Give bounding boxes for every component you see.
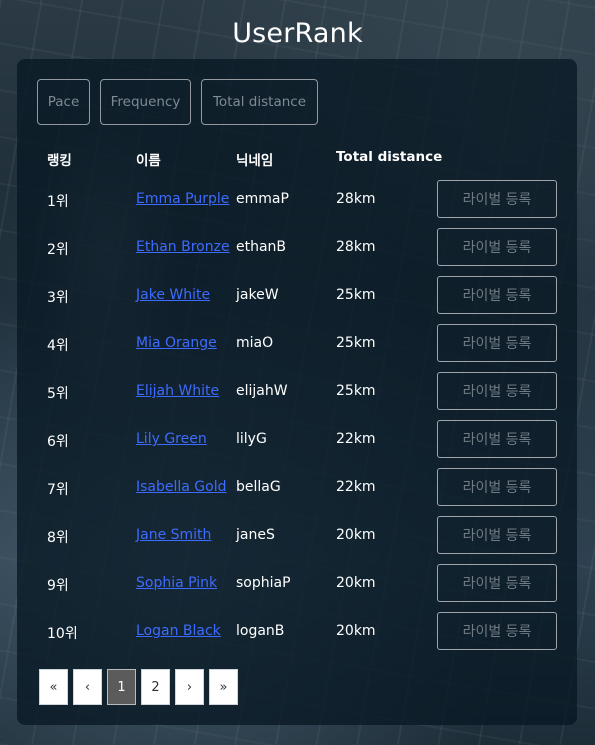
table-row: 6위 Lily Green lilyG 22km 라이벌 등록	[17, 420, 577, 458]
pagination: « ‹ 1 2 › »	[39, 669, 238, 705]
page-1-button[interactable]: 1	[107, 669, 136, 705]
register-rival-button[interactable]: 라이벌 등록	[437, 372, 557, 410]
rank-cell: 10위	[47, 626, 78, 642]
register-rival-button[interactable]: 라이벌 등록	[437, 564, 557, 602]
filter-total-distance-button[interactable]: Total distance	[201, 79, 318, 125]
header-distance: Total distance	[336, 149, 443, 165]
distance-cell: 22km	[336, 479, 376, 495]
header-rank: 랭킹	[47, 153, 72, 169]
nickname-cell: bellaG	[236, 479, 281, 495]
rank-cell: 3위	[47, 290, 69, 306]
page-title: UserRank	[232, 18, 363, 49]
register-rival-button[interactable]: 라이벌 등록	[437, 612, 557, 650]
name-link[interactable]: Isabella Gold	[136, 479, 227, 495]
ranking-panel: Pace Frequency Total distance 랭킹 이름 닉네임 …	[17, 59, 577, 725]
nickname-cell: miaO	[236, 335, 274, 351]
register-rival-button[interactable]: 라이벌 등록	[437, 324, 557, 362]
rank-cell: 5위	[47, 386, 69, 402]
distance-cell: 20km	[336, 575, 376, 591]
register-rival-button[interactable]: 라이벌 등록	[437, 516, 557, 554]
distance-cell: 25km	[336, 287, 376, 303]
distance-cell: 28km	[336, 191, 376, 207]
nickname-cell: emmaP	[236, 191, 289, 207]
nickname-cell: janeS	[236, 527, 275, 543]
filter-bar: Pace Frequency Total distance	[37, 79, 318, 125]
register-rival-button[interactable]: 라이벌 등록	[437, 276, 557, 314]
page-2-button[interactable]: 2	[141, 669, 170, 705]
prev-page-button[interactable]: ‹	[73, 669, 102, 705]
rank-cell: 8위	[47, 530, 69, 546]
rank-cell: 1위	[47, 194, 69, 210]
name-link[interactable]: Emma Purple	[136, 191, 229, 207]
table-row: 5위 Elijah White elijahW 25km 라이벌 등록	[17, 372, 577, 410]
first-page-button[interactable]: «	[39, 669, 68, 705]
register-rival-button[interactable]: 라이벌 등록	[437, 420, 557, 458]
table-row: 8위 Jane Smith janeS 20km 라이벌 등록	[17, 516, 577, 554]
distance-cell: 20km	[336, 527, 376, 543]
rank-cell: 9위	[47, 578, 69, 594]
register-rival-button[interactable]: 라이벌 등록	[437, 228, 557, 266]
table-row: 1위 Emma Purple emmaP 28km 라이벌 등록	[17, 180, 577, 218]
filter-frequency-button[interactable]: Frequency	[100, 79, 191, 125]
distance-cell: 25km	[336, 335, 376, 351]
nickname-cell: jakeW	[236, 287, 279, 303]
table-row: 10위 Logan Black loganB 20km 라이벌 등록	[17, 612, 577, 650]
name-link[interactable]: Lily Green	[136, 431, 207, 447]
rank-cell: 2위	[47, 242, 69, 258]
table-row: 4위 Mia Orange miaO 25km 라이벌 등록	[17, 324, 577, 362]
name-link[interactable]: Logan Black	[136, 623, 221, 639]
name-link[interactable]: Sophia Pink	[136, 575, 217, 591]
nickname-cell: ethanB	[236, 239, 287, 255]
distance-cell: 25km	[336, 383, 376, 399]
last-page-button[interactable]: »	[209, 669, 238, 705]
name-link[interactable]: Ethan Bronze	[136, 239, 230, 255]
name-link[interactable]: Jake White	[136, 287, 210, 303]
rank-cell: 7위	[47, 482, 69, 498]
nickname-cell: loganB	[236, 623, 285, 639]
table-row: 7위 Isabella Gold bellaG 22km 라이벌 등록	[17, 468, 577, 506]
register-rival-button[interactable]: 라이벌 등록	[437, 180, 557, 218]
name-link[interactable]: Jane Smith	[136, 527, 211, 543]
nickname-cell: elijahW	[236, 383, 288, 399]
table-row: 2위 Ethan Bronze ethanB 28km 라이벌 등록	[17, 228, 577, 266]
header-name: 이름	[136, 153, 161, 169]
next-page-button[interactable]: ›	[175, 669, 204, 705]
header-nickname: 닉네임	[236, 153, 274, 169]
distance-cell: 22km	[336, 431, 376, 447]
filter-pace-button[interactable]: Pace	[37, 79, 90, 125]
distance-cell: 20km	[336, 623, 376, 639]
table-row: 3위 Jake White jakeW 25km 라이벌 등록	[17, 276, 577, 314]
nickname-cell: sophiaP	[236, 575, 291, 591]
name-link[interactable]: Elijah White	[136, 383, 219, 399]
rank-cell: 6위	[47, 434, 69, 450]
nickname-cell: lilyG	[236, 431, 267, 447]
distance-cell: 28km	[336, 239, 376, 255]
table-row: 9위 Sophia Pink sophiaP 20km 라이벌 등록	[17, 564, 577, 602]
register-rival-button[interactable]: 라이벌 등록	[437, 468, 557, 506]
name-link[interactable]: Mia Orange	[136, 335, 217, 351]
rank-cell: 4위	[47, 338, 69, 354]
